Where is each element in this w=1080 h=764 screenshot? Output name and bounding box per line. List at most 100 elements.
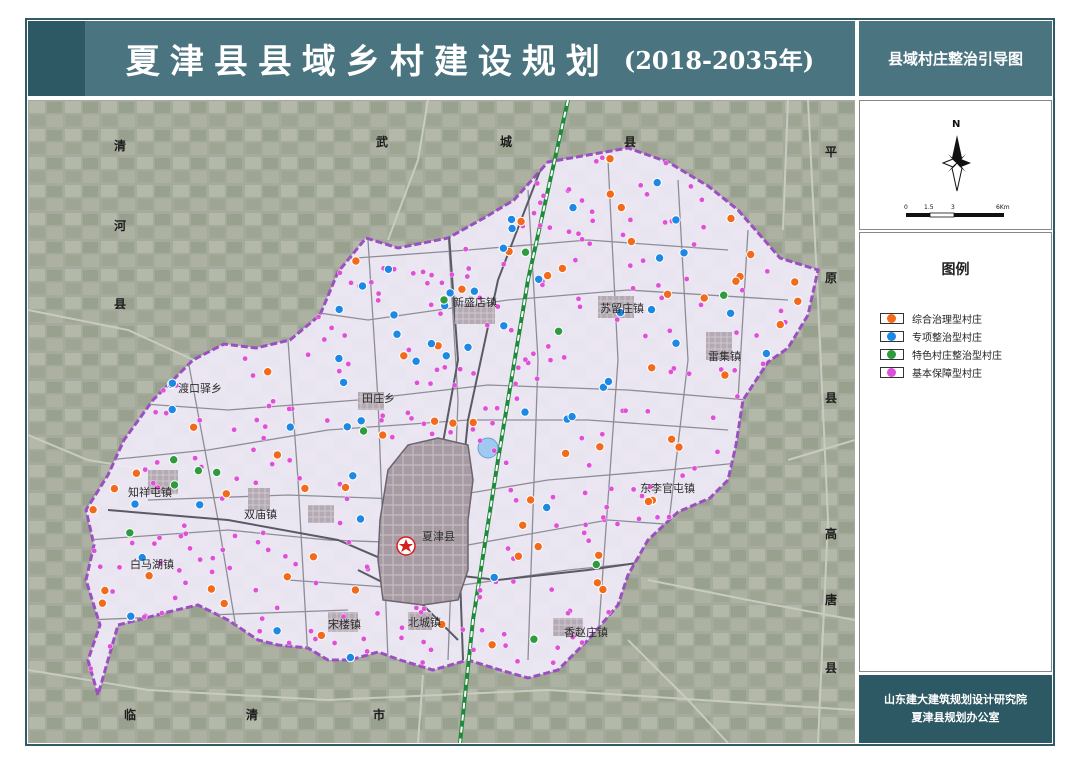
village-marker-comprehensive[interactable]: [533, 541, 543, 552]
village-marker-basic[interactable]: [700, 224, 707, 230]
village-marker-basic[interactable]: [547, 224, 553, 231]
village-marker-basic[interactable]: [389, 434, 396, 440]
village-marker-basic[interactable]: [465, 265, 472, 272]
village-marker-comprehensive[interactable]: [513, 551, 524, 561]
village-marker-characteristic[interactable]: [529, 634, 539, 644]
village-marker-characteristic[interactable]: [439, 295, 449, 305]
village-marker-basic[interactable]: [346, 539, 352, 546]
village-marker-comprehensive[interactable]: [595, 442, 605, 452]
village-marker-basic[interactable]: [313, 580, 319, 586]
village-marker-special[interactable]: [463, 342, 473, 353]
village-marker-special[interactable]: [568, 202, 578, 213]
village-marker-basic[interactable]: [479, 627, 485, 634]
village-marker-basic[interactable]: [586, 240, 593, 247]
village-marker-special[interactable]: [167, 378, 178, 388]
village-marker-basic[interactable]: [259, 615, 265, 622]
village-marker-basic[interactable]: [421, 420, 427, 427]
village-marker-basic[interactable]: [599, 431, 606, 438]
village-marker-basic[interactable]: [375, 297, 382, 304]
village-marker-special[interactable]: [469, 286, 480, 296]
village-marker-basic[interactable]: [428, 301, 435, 308]
village-marker-comprehensive[interactable]: [88, 505, 98, 515]
village-marker-special[interactable]: [389, 310, 399, 320]
village-marker-basic[interactable]: [91, 547, 97, 554]
village-marker-basic[interactable]: [531, 210, 537, 216]
village-marker-basic[interactable]: [116, 564, 123, 571]
village-marker-basic[interactable]: [589, 208, 595, 215]
village-marker-basic[interactable]: [209, 569, 215, 575]
village-marker-basic[interactable]: [328, 325, 335, 331]
village-marker-basic[interactable]: [644, 191, 650, 198]
village-marker-comprehensive[interactable]: [378, 430, 388, 440]
village-marker-comprehensive[interactable]: [282, 572, 292, 582]
village-marker-special[interactable]: [498, 243, 509, 253]
village-marker-basic[interactable]: [470, 426, 476, 433]
village-marker-characteristic[interactable]: [212, 467, 222, 478]
village-marker-basic[interactable]: [566, 228, 572, 235]
village-marker-basic[interactable]: [462, 246, 469, 252]
village-marker-basic[interactable]: [731, 367, 738, 374]
village-marker-comprehensive[interactable]: [316, 630, 327, 641]
village-marker-special[interactable]: [489, 572, 499, 583]
village-marker-basic[interactable]: [160, 387, 167, 394]
village-marker-basic[interactable]: [470, 370, 477, 377]
village-marker-special[interactable]: [130, 499, 140, 509]
village-marker-basic[interactable]: [308, 628, 314, 634]
village-marker-special[interactable]: [679, 248, 689, 258]
village-marker-special[interactable]: [603, 376, 614, 387]
village-marker-basic[interactable]: [699, 197, 705, 203]
village-marker-basic[interactable]: [265, 547, 271, 553]
village-marker-basic[interactable]: [537, 222, 544, 229]
village-marker-special[interactable]: [411, 356, 421, 366]
village-marker-basic[interactable]: [476, 594, 483, 600]
village-marker-basic[interactable]: [398, 635, 405, 641]
village-marker-comprehensive[interactable]: [457, 284, 467, 294]
village-marker-basic[interactable]: [178, 533, 184, 539]
village-marker-basic[interactable]: [364, 648, 370, 655]
village-marker-basic[interactable]: [419, 659, 426, 666]
village-marker-comprehensive[interactable]: [790, 277, 800, 287]
village-marker-special[interactable]: [506, 214, 517, 225]
village-marker-basic[interactable]: [187, 545, 193, 552]
village-marker-basic[interactable]: [642, 333, 649, 339]
village-marker-basic[interactable]: [514, 658, 521, 665]
village-marker-basic[interactable]: [582, 490, 588, 496]
village-marker-basic[interactable]: [739, 287, 746, 293]
village-marker-characteristic[interactable]: [719, 290, 729, 300]
village-marker-basic[interactable]: [375, 290, 382, 297]
village-marker-basic[interactable]: [97, 563, 103, 570]
village-marker-basic[interactable]: [579, 197, 585, 204]
village-marker-basic[interactable]: [344, 495, 350, 502]
village-marker-comprehensive[interactable]: [97, 598, 108, 608]
village-marker-basic[interactable]: [572, 257, 579, 263]
village-marker-comprehensive[interactable]: [699, 293, 709, 303]
village-marker-basic[interactable]: [620, 232, 626, 238]
village-marker-comprehensive[interactable]: [775, 319, 785, 330]
village-marker-basic[interactable]: [449, 271, 455, 278]
village-marker-comprehensive[interactable]: [300, 483, 310, 494]
village-marker-basic[interactable]: [286, 457, 293, 464]
village-marker-basic[interactable]: [428, 272, 435, 278]
village-marker-basic[interactable]: [537, 199, 544, 206]
village-marker-basic[interactable]: [589, 218, 596, 224]
village-marker-basic[interactable]: [337, 269, 343, 276]
village-marker-basic[interactable]: [159, 610, 165, 616]
village-marker-special[interactable]: [725, 308, 736, 319]
village-marker-basic[interactable]: [579, 639, 585, 646]
village-marker-basic[interactable]: [662, 219, 668, 226]
map-canvas[interactable]: 新盛店镇 苏留庄镇 雷集镇 渡口驿乡 田庄乡 东李官屯镇 知祥屯镇 双庙镇 夏津…: [28, 100, 855, 743]
village-marker-basic[interactable]: [534, 375, 540, 382]
village-marker-basic[interactable]: [668, 369, 674, 375]
village-marker-comprehensive[interactable]: [109, 483, 120, 494]
village-marker-basic[interactable]: [630, 285, 636, 292]
village-marker-basic[interactable]: [107, 643, 113, 650]
village-marker-basic[interactable]: [489, 420, 496, 427]
village-marker-special[interactable]: [356, 416, 366, 426]
village-marker-basic[interactable]: [250, 372, 256, 379]
village-marker-comprehensive[interactable]: [674, 442, 684, 452]
village-marker-basic[interactable]: [636, 516, 642, 522]
village-marker-special[interactable]: [342, 422, 352, 432]
village-marker-basic[interactable]: [679, 472, 686, 479]
village-marker-special[interactable]: [671, 215, 681, 225]
village-marker-basic[interactable]: [348, 279, 354, 286]
